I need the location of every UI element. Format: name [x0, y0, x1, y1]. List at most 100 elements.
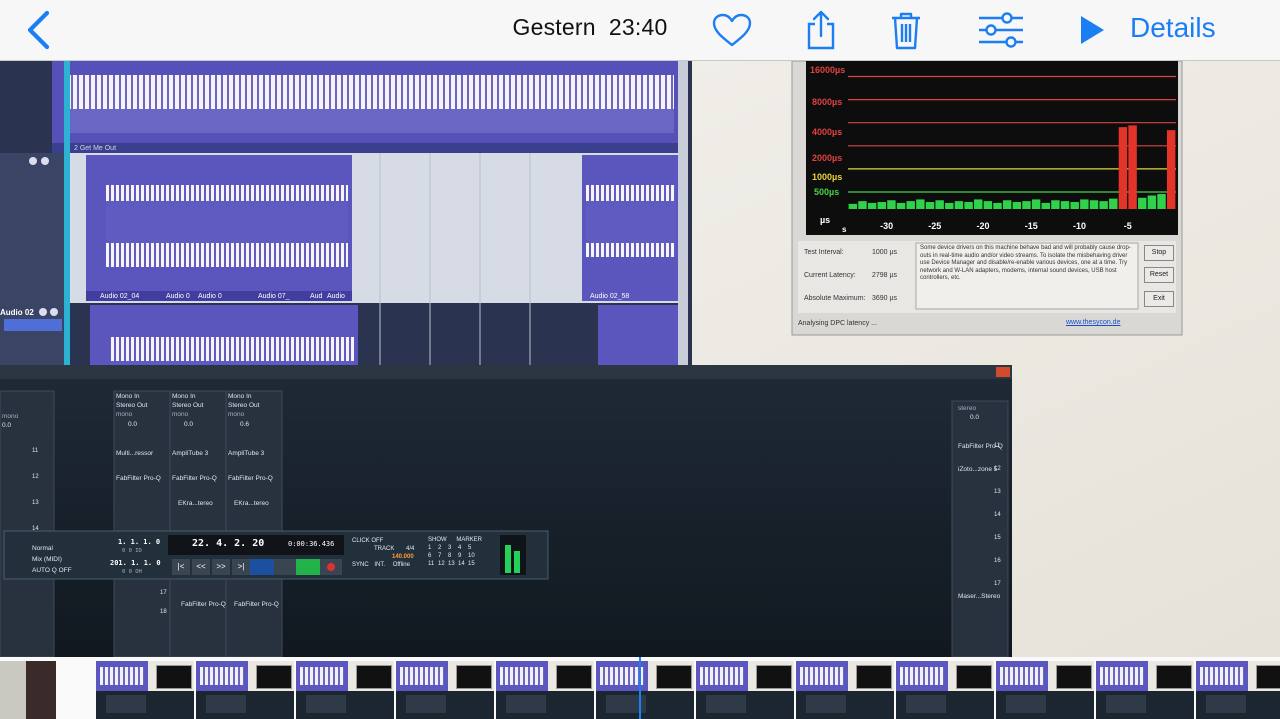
marker-number[interactable]: 4: [458, 544, 468, 552]
insert-slot[interactable]: AmpliTube 3: [228, 449, 273, 458]
edit-button[interactable]: [974, 0, 1028, 60]
marker-number[interactable]: 12: [438, 560, 448, 568]
marker-number[interactable]: 6: [428, 552, 438, 560]
thumbnail[interactable]: [96, 661, 194, 719]
channel-strip: Mono In Stereo Out mono 0.6 AmpliTube 3 …: [228, 392, 273, 508]
clip-label[interactable]: Audio 0: [198, 293, 222, 300]
record-mode-select[interactable]: Normal: [32, 543, 72, 554]
marker-number[interactable]: 9: [458, 552, 468, 560]
thumbnail[interactable]: [1096, 661, 1194, 719]
delete-button[interactable]: [884, 0, 928, 60]
trash-icon: [892, 12, 920, 50]
sync-toggle[interactable]: SYNC INT. Offline: [352, 561, 414, 569]
thumbnail[interactable]: [796, 661, 894, 719]
slot-number: 18: [160, 609, 167, 615]
marker-number[interactable]: 7: [438, 552, 448, 560]
channel-mode[interactable]: mono: [2, 412, 18, 421]
marker-number[interactable]: 3: [448, 544, 458, 552]
insert-slot[interactable]: EKra...tereo: [178, 499, 217, 508]
details-button[interactable]: Details: [1130, 12, 1216, 44]
insert-slot[interactable]: FabFilter Pro-Q: [172, 474, 217, 483]
marker-number[interactable]: 8: [448, 552, 458, 560]
position-bars[interactable]: 22. 4. 2. 20: [192, 538, 264, 549]
channel-input[interactable]: Mono In: [172, 392, 217, 401]
channel-gain[interactable]: 0.0: [970, 413, 1003, 422]
clip-label[interactable]: Audio 02_04: [100, 293, 139, 300]
thumbnail[interactable]: [0, 661, 56, 719]
thumbnail[interactable]: [696, 661, 794, 719]
channel-mode[interactable]: mono: [116, 410, 161, 419]
y-tick-label: 1000µs: [812, 172, 843, 182]
latency-bar: [867, 202, 877, 209]
channel-strip-left: mono 0.0: [2, 412, 18, 430]
thumbnail[interactable]: [396, 661, 494, 719]
channel-input[interactable]: Mono In: [228, 392, 273, 401]
back-button[interactable]: [18, 0, 58, 60]
y-tick-label: 500µs: [814, 187, 840, 197]
latency-bar: [896, 202, 906, 209]
clip-label[interactable]: Audio: [327, 293, 345, 300]
channel-mode[interactable]: mono: [228, 410, 273, 419]
track-name[interactable]: 2 Get Me Out: [74, 145, 116, 152]
marker-number[interactable]: 2: [438, 544, 448, 552]
channel-output[interactable]: Stereo Out: [172, 401, 217, 410]
insert-slot[interactable]: EKra...tereo: [234, 499, 273, 508]
channel-gain[interactable]: 0.6: [240, 420, 273, 429]
marker-number[interactable]: 14: [458, 560, 468, 568]
playhead[interactable]: [639, 657, 641, 719]
channel-mode[interactable]: stereo: [958, 404, 1003, 413]
channel-gain[interactable]: 0.0: [184, 420, 217, 429]
clip-label[interactable]: Audio 07_: [258, 293, 290, 300]
go-to-start-button[interactable]: |<: [172, 559, 190, 575]
thumbnail[interactable]: [1196, 661, 1280, 719]
channel-gain[interactable]: 0.0: [2, 421, 18, 430]
clip-label[interactable]: Audio 02_58: [590, 293, 629, 300]
show-marker-toggle[interactable]: SHOW: [428, 537, 447, 543]
channel-output[interactable]: Stereo Out: [116, 401, 161, 410]
click-toggle[interactable]: CLICK OFF: [352, 537, 414, 545]
marker-number[interactable]: 10: [468, 552, 478, 560]
play-button[interactable]: [1074, 0, 1110, 60]
right-locator[interactable]: 201. 1. 1. 0: [110, 559, 161, 567]
favorite-button[interactable]: [708, 0, 756, 60]
insert-slot[interactable]: FabFilter Pro-Q: [234, 601, 279, 608]
exit-button[interactable]: Exit: [1144, 291, 1174, 307]
thumbnail[interactable]: [496, 661, 594, 719]
latency-bar: [1109, 198, 1118, 209]
channel-output[interactable]: Stereo Out: [228, 401, 273, 410]
channel-input[interactable]: Mono In: [116, 392, 161, 401]
share-button[interactable]: [800, 0, 842, 60]
marker-number[interactable]: 15: [468, 560, 478, 568]
marker-number[interactable]: 5: [468, 544, 478, 552]
insert-slot[interactable]: AmpliTube 3: [172, 449, 217, 458]
marker-number[interactable]: 11: [428, 560, 438, 568]
go-to-end-button[interactable]: >|: [232, 559, 250, 575]
rewind-button[interactable]: <<: [192, 559, 210, 575]
insert-slot[interactable]: Multi...ressor: [116, 449, 161, 458]
reset-button[interactable]: Reset: [1144, 267, 1174, 283]
thumbnail[interactable]: [296, 661, 394, 719]
forward-button[interactable]: >>: [212, 559, 230, 575]
auto-quantize-toggle[interactable]: AUTO Q OFF: [32, 565, 72, 576]
thumbnail[interactable]: [996, 661, 1094, 719]
channel-gain[interactable]: 0.0: [128, 420, 161, 429]
x-tick-label: -25: [928, 221, 942, 231]
thumbnail[interactable]: [196, 661, 294, 719]
channel-mode[interactable]: mono: [172, 410, 217, 419]
insert-slot[interactable]: FabFilter Pro-Q: [116, 474, 161, 483]
insert-slot[interactable]: FabFilter Pro-Q: [181, 601, 226, 608]
tempo-value[interactable]: 140.000: [392, 553, 414, 561]
stop-button[interactable]: Stop: [1144, 245, 1174, 261]
clip-label[interactable]: Aud: [310, 293, 322, 300]
clip-label[interactable]: Audio 0: [166, 293, 190, 300]
position-time[interactable]: 0:00:36.436: [288, 540, 334, 548]
thumbnail[interactable]: [596, 661, 694, 719]
track-name[interactable]: Audio 02: [0, 308, 34, 317]
mix-mode-select[interactable]: Mix (MIDI): [32, 554, 72, 565]
marker-number[interactable]: 1: [428, 544, 438, 552]
vendor-link[interactable]: www.thesycon.de: [1066, 319, 1120, 326]
insert-slot[interactable]: FabFilter Pro-Q: [228, 474, 273, 483]
marker-number[interactable]: 13: [448, 560, 458, 568]
thumbnail[interactable]: [896, 661, 994, 719]
left-locator[interactable]: 1. 1. 1. 0: [118, 538, 160, 546]
